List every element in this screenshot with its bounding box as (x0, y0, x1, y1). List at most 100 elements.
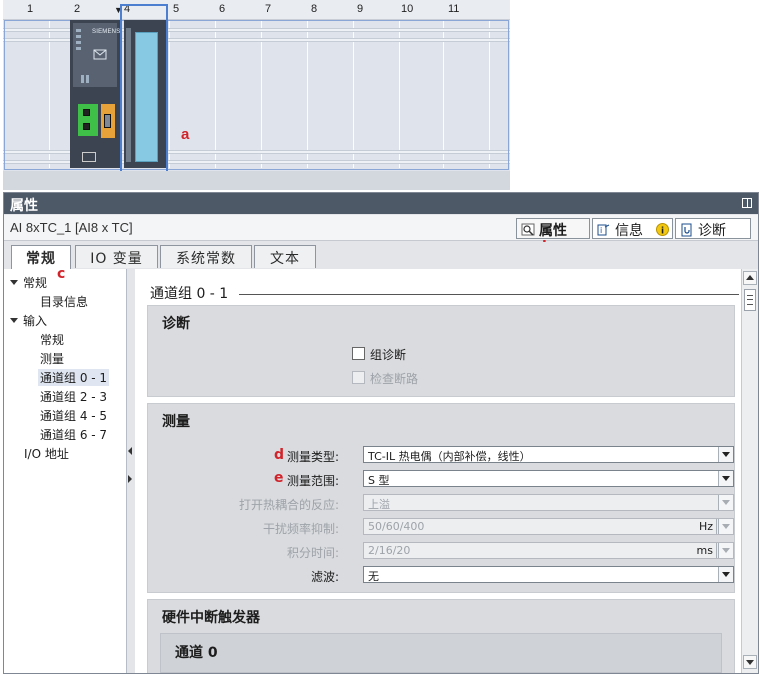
expand-right-icon[interactable] (128, 475, 132, 483)
nav-item-measurement[interactable]: 测量 (40, 350, 64, 367)
slot-number: 7 (265, 3, 272, 15)
envelope-icon (93, 49, 107, 60)
chevron-down-icon[interactable] (718, 471, 733, 486)
switch-icon (86, 75, 89, 83)
object-bar: AI 8xTC_1 [AI8 x TC] 属性 i 信息 i 诊断 (4, 215, 758, 241)
scroll-thumb[interactable] (744, 289, 756, 311)
filter-select[interactable]: 无 (363, 566, 734, 583)
slot-number: 1 (27, 3, 34, 15)
unit-label: Hz (698, 520, 713, 533)
measurement-type-label: 测量类型: (286, 450, 339, 464)
slot-number: 2 (74, 3, 81, 15)
tab-diagnostics-label: 诊断 (698, 223, 726, 239)
cpu-module[interactable]: SIEMENS (70, 20, 120, 168)
navigation-tree: 常规 c 目录信息 输入 常规 测量 通道组 0 - 1 通道组 2 - 3 通… (4, 266, 130, 673)
window-title-bar: 属性 (4, 193, 758, 214)
chevron-down-icon (718, 519, 733, 534)
nav-item-channel-group-6-7[interactable]: 通道组 6 - 7 (40, 426, 107, 443)
diagnostics-icon (681, 223, 692, 237)
chevron-down-icon (718, 543, 733, 558)
selected-slot-highlight (120, 4, 168, 189)
rj45-port-icon (83, 109, 90, 116)
expand-arrow-icon[interactable] (10, 280, 18, 285)
integration-time-label: 积分时间: (286, 546, 339, 560)
slot-number: 9 (357, 3, 364, 15)
unit-label: ms (696, 544, 713, 557)
chevron-down-icon[interactable] (718, 567, 733, 582)
switch-icon (81, 75, 84, 83)
nav-item-inputs[interactable]: 输入 (10, 312, 47, 329)
svg-text:i: i (600, 226, 602, 235)
nav-item-general[interactable]: 常规 (10, 274, 47, 291)
annotation-c: c (57, 266, 66, 282)
measurement-type-select[interactable]: TC-IL 热电偶（内部补偿，线性） (363, 446, 734, 463)
section-divider (239, 294, 739, 295)
nav-splitter[interactable] (126, 269, 134, 673)
scroll-up-icon[interactable] (743, 271, 757, 285)
nav-item-io-addresses[interactable]: I/O 地址 (24, 445, 69, 462)
chevron-down-icon[interactable] (718, 447, 733, 462)
led-icon (76, 35, 81, 38)
slot-number: 8 (311, 3, 318, 15)
interference-suppression-label: 干扰频率抑制: (262, 522, 339, 536)
open-thermocouple-select: 上溢 (363, 494, 734, 511)
collapse-left-icon[interactable] (128, 447, 132, 455)
tab-info[interactable]: i 信息 i (592, 218, 673, 239)
properties-window: 属性 AI 8xTC_1 [AI8 x TC] 属性 i信息 i 诊断 b 常规… (3, 192, 759, 674)
tab-system-constants[interactable]: 系统常数 (160, 245, 252, 268)
expand-arrow-icon[interactable] (10, 318, 18, 323)
annotation-d: d (274, 447, 285, 463)
svg-text:i: i (661, 227, 664, 237)
scroll-down-icon[interactable] (743, 655, 757, 669)
diagnostics-group: 诊断 组诊断 检查断路 (147, 305, 735, 397)
wire-break-label: 检查断路 (370, 372, 419, 386)
slot-number: 5 (173, 3, 180, 15)
group-diagnostics-checkbox[interactable] (352, 347, 365, 360)
group-title: 测量 (162, 414, 190, 430)
group-title: 硬件中断触发器 (162, 610, 260, 626)
filter-value: 无 (368, 570, 379, 583)
tab-properties[interactable]: 属性 (516, 218, 590, 239)
measurement-range-select[interactable]: S 型 (363, 470, 734, 487)
nav-item-channel-group-0-1[interactable]: 通道组 0 - 1 (38, 369, 110, 386)
dsub-port-icon (104, 114, 111, 128)
nav-item-channel-group-2-3[interactable]: 通道组 2 - 3 (40, 388, 107, 405)
profinet-port (78, 104, 98, 136)
measurement-range-label: 测量范围: (286, 474, 339, 488)
rack-bottom-strip (3, 171, 510, 190)
nav-item-catalog-info[interactable]: 目录信息 (40, 293, 88, 310)
dock-icon[interactable] (742, 198, 752, 208)
tab-io-tags[interactable]: IO 变量 (75, 245, 158, 268)
info-icon: i (597, 224, 610, 236)
group-diagnostics-label: 组诊断 (370, 348, 407, 362)
hardware-interrupt-group: 硬件中断触发器 通道 0 (147, 599, 735, 673)
nav-item-channel-group-4-5[interactable]: 通道组 4 - 5 (40, 407, 107, 424)
profibus-port (101, 104, 115, 138)
tab-properties-label: 属性 (539, 223, 567, 239)
tab-bar: 常规 IO 变量 系统常数 文本 (4, 242, 758, 269)
nav-item-label: 常规 (23, 276, 48, 290)
open-thermocouple-label: 打开热耦合的反应: (238, 498, 339, 512)
open-thermocouple-value: 上溢 (368, 498, 390, 511)
vertical-scrollbar[interactable] (741, 269, 758, 673)
tab-texts[interactable]: 文本 (254, 245, 316, 268)
slot-number: 6 (219, 3, 226, 15)
led-icon (76, 47, 81, 50)
tab-diagnostics[interactable]: 诊断 (675, 218, 751, 239)
integration-time-select: 2/16/20 ms (363, 542, 734, 559)
info-badge-icon: i (656, 223, 669, 236)
unit-divider (716, 519, 717, 534)
wire-break-checkbox (352, 371, 365, 384)
properties-icon (521, 223, 535, 236)
nav-item-inputs-general[interactable]: 常规 (40, 331, 64, 348)
integration-time-value: 2/16/20 (368, 544, 411, 557)
interference-suppression-value: 50/60/400 (368, 520, 425, 533)
cpu-brand-logo: SIEMENS (92, 29, 121, 35)
annotation-e: e (274, 470, 284, 486)
rack-slot-header: 1 2 ▼ 4 5 6 7 8 9 10 11 (3, 0, 510, 20)
led-icon (76, 41, 81, 44)
slot-number: 10 (401, 3, 414, 15)
nav-item-label: 输入 (23, 314, 48, 328)
channel-0-group: 通道 0 (160, 633, 722, 673)
rack-view[interactable]: 1 2 ▼ 4 5 6 7 8 9 10 11 SIEMENS a (3, 0, 510, 190)
